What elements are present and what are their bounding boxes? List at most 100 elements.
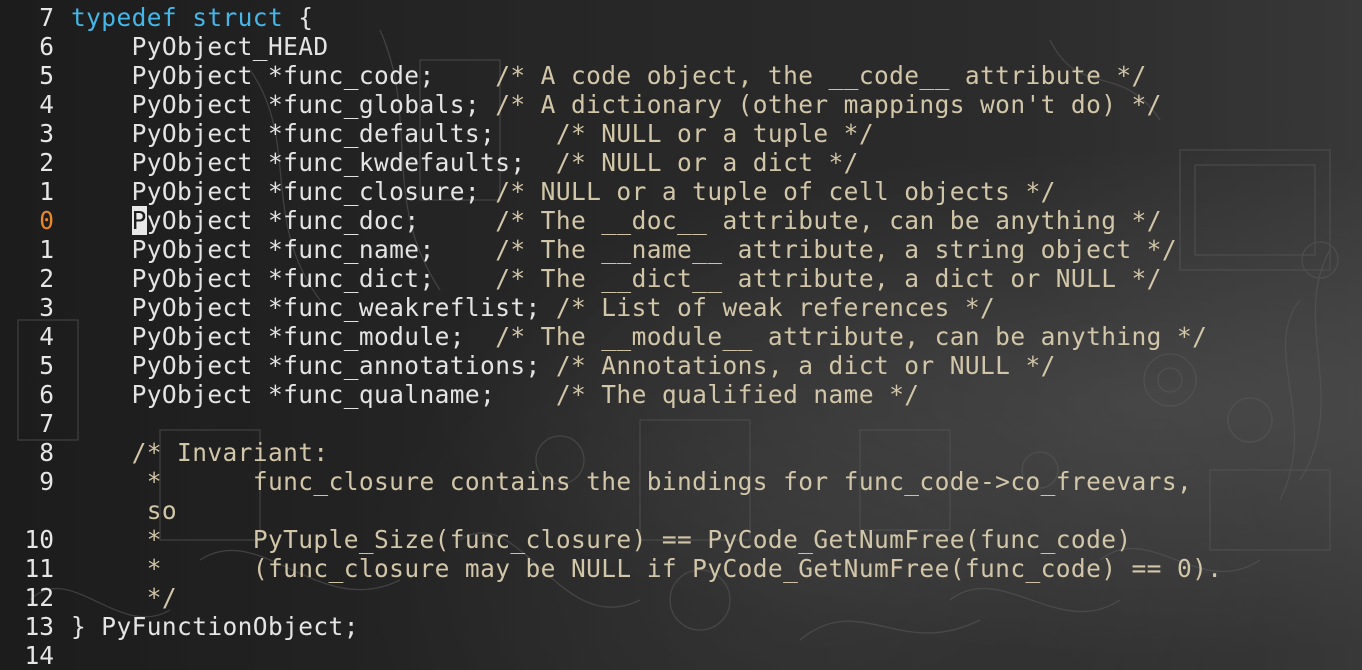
code-text[interactable]: * PyTuple_Size(func_closure) == PyCode_G… — [71, 525, 1132, 554]
code-text[interactable]: } PyFunctionObject; — [71, 612, 359, 641]
comment-token: /* The qualified name */ — [555, 380, 920, 409]
line-number: 6 — [39, 32, 54, 61]
code-line[interactable]: 6 PyObject *func_qualname; /* The qualif… — [0, 380, 1362, 409]
terminal-window[interactable]: 7 typedef struct {6 PyObject_HEAD 5 PyObje… — [0, 0, 1362, 670]
code-text[interactable]: PyObject *func_doc; /* The __doc__ attri… — [71, 206, 1162, 235]
code-token: PyObject_HEAD — [71, 32, 329, 61]
code-text[interactable]: * (func_closure may be NULL if PyCode_Ge… — [71, 554, 1222, 583]
line-number: 3 — [39, 293, 54, 322]
code-line[interactable]: 5 PyObject *func_annotations; /* Annotat… — [0, 351, 1362, 380]
line-number: 4 — [39, 90, 54, 119]
comment-token: /* The __dict__ attribute, a dict or NUL… — [495, 264, 1162, 293]
code-line[interactable]: 13 } PyFunctionObject; — [0, 612, 1362, 641]
comment-token: /* A code object, the __code__ attribute… — [495, 61, 1147, 90]
code-text[interactable]: PyObject *func_code; /* A code object, t… — [71, 61, 1147, 90]
code-line[interactable]: 1 PyObject *func_closure; /* NULL or a t… — [0, 177, 1362, 206]
code-text[interactable]: PyObject_HEAD — [71, 32, 329, 61]
code-token: } PyFunctionObject; — [71, 612, 359, 641]
comment-token: /* NULL or a dict */ — [555, 148, 859, 177]
code-line[interactable]: so — [0, 496, 1362, 525]
keyword-token: typedef struct — [71, 3, 284, 32]
code-token: PyObject *func_annotations; — [71, 351, 556, 380]
line-number: 11 — [24, 554, 54, 583]
line-number: 10 — [24, 525, 54, 554]
code-text[interactable]: PyObject *func_qualname; /* The qualifie… — [71, 380, 919, 409]
line-number: 2 — [39, 148, 54, 177]
code-line[interactable]: 10 * PyTuple_Size(func_closure) == PyCod… — [0, 525, 1362, 554]
comment-token: /* The __module__ attribute, can be anyt… — [495, 322, 1208, 351]
comment-token: so — [146, 496, 178, 525]
code-token: PyObject *func_code; — [71, 61, 496, 90]
code-line[interactable]: 6 PyObject_HEAD — [0, 32, 1362, 61]
comment-token: */ — [146, 583, 178, 612]
code-text[interactable]: * func_closure contains the bindings for… — [71, 467, 1192, 496]
code-token: PyObject *func_weakreflist; — [71, 293, 556, 322]
comment-token: /* A dictionary (other mappings won't do… — [495, 90, 1162, 119]
code-token: PyObject *func_kwdefaults; — [71, 148, 556, 177]
code-editor[interactable]: 7 typedef struct {6 PyObject_HEAD 5 PyObje… — [0, 0, 1362, 670]
comment-token: /* List of weak references */ — [555, 293, 996, 322]
code-text[interactable]: PyObject *func_defaults; /* NULL or a tu… — [71, 119, 874, 148]
code-line[interactable]: 9 * func_closure contains the bindings f… — [0, 467, 1362, 496]
code-text[interactable]: /* Invariant: — [71, 438, 329, 467]
code-line[interactable]: 4 PyObject *func_globals; /* A dictionar… — [0, 90, 1362, 119]
code-text[interactable]: PyObject *func_kwdefaults; /* NULL or a … — [71, 148, 859, 177]
code-token: PyObject *func_module; — [71, 322, 496, 351]
code-text[interactable]: PyObject *func_annotations; /* Annotatio… — [71, 351, 1056, 380]
comment-token: /* Annotations, a dict or NULL */ — [555, 351, 1056, 380]
code-text[interactable]: PyObject *func_module; /* The __module__… — [71, 322, 1207, 351]
code-text[interactable]: */ — [71, 583, 177, 612]
code-token: PyObject *func_closure; — [71, 177, 496, 206]
code-line[interactable]: 3 PyObject *func_weakreflist; /* List of… — [0, 293, 1362, 322]
code-line[interactable]: 1 PyObject *func_name; /* The __name__ a… — [0, 235, 1362, 264]
code-token: PyObject *func_qualname; — [71, 380, 556, 409]
code-token: { — [283, 3, 314, 32]
line-number: 9 — [39, 467, 54, 496]
code-line[interactable]: 2 PyObject *func_dict; /* The __dict__ a… — [0, 264, 1362, 293]
line-number: 12 — [24, 583, 54, 612]
line-number: 7 — [39, 409, 54, 438]
code-line[interactable]: 8 /* Invariant: — [0, 438, 1362, 467]
comment-token: * func_closure contains the bindings for… — [146, 467, 1193, 496]
line-number: 5 — [39, 61, 54, 90]
code-text[interactable]: PyObject *func_globals; /* A dictionary … — [71, 90, 1162, 119]
code-text[interactable]: PyObject *func_closure; /* NULL or a tup… — [71, 177, 1056, 206]
code-line[interactable]: 7 — [0, 409, 1362, 438]
line-number: 13 — [24, 612, 54, 641]
code-text[interactable]: typedef struct { — [71, 3, 313, 32]
line-number: 4 — [39, 322, 54, 351]
code-line[interactable]: 3 PyObject *func_defaults; /* NULL or a … — [0, 119, 1362, 148]
code-line[interactable]: 2 PyObject *func_kwdefaults; /* NULL or … — [0, 148, 1362, 177]
line-number: 7 — [39, 3, 54, 32]
code-line[interactable]: 4 PyObject *func_module; /* The __module… — [0, 322, 1362, 351]
line-number: 8 — [39, 438, 54, 467]
code-line[interactable]: 5 PyObject *func_code; /* A code object,… — [0, 61, 1362, 90]
comment-token: /* NULL or a tuple */ — [555, 119, 874, 148]
code-token: PyObject *func_name; — [71, 235, 496, 264]
code-line[interactable]: 0 PyObject *func_doc; /* The __doc__ att… — [0, 206, 1362, 235]
comment-token: /* Invariant: — [131, 438, 329, 467]
line-number: 14 — [24, 641, 54, 670]
comment-token: * (func_closure may be NULL if PyCode_Ge… — [146, 554, 1223, 583]
code-line[interactable]: 11 * (func_closure may be NULL if PyCode… — [0, 554, 1362, 583]
comment-token: /* NULL or a tuple of cell objects */ — [495, 177, 1056, 206]
code-text[interactable]: PyObject *func_dict; /* The __dict__ att… — [71, 264, 1162, 293]
comment-token: /* The __doc__ attribute, can be anythin… — [495, 206, 1162, 235]
code-text[interactable]: so — [71, 496, 177, 525]
line-number: 0 — [39, 206, 54, 235]
line-number: 6 — [39, 380, 54, 409]
code-token: yObject *func_doc; — [146, 206, 496, 235]
code-line[interactable]: 14 — [0, 641, 1362, 670]
code-text[interactable]: PyObject *func_weakreflist; /* List of w… — [71, 293, 995, 322]
code-text[interactable]: PyObject *func_name; /* The __name__ att… — [71, 235, 1177, 264]
code-line[interactable]: 7 typedef struct { — [0, 3, 1362, 32]
line-number: 1 — [39, 177, 54, 206]
code-line[interactable]: 12 */ — [0, 583, 1362, 612]
line-number: 2 — [39, 264, 54, 293]
